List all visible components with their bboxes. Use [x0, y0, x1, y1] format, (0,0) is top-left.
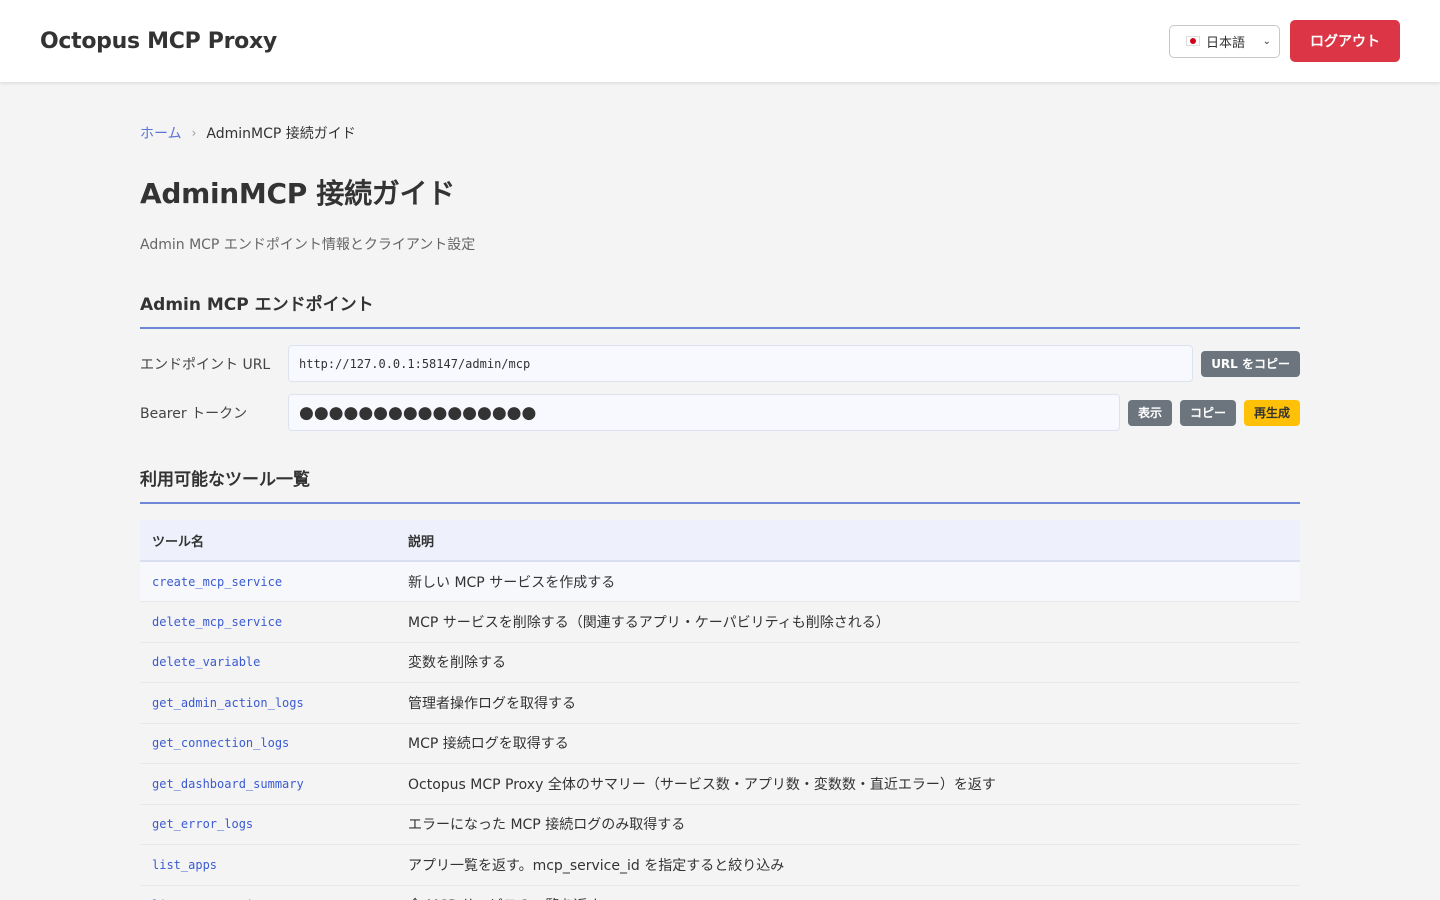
- breadcrumb: ホーム › AdminMCP 接続ガイド: [140, 122, 1300, 144]
- table-row: get_connection_logs MCP 接続ログを取得する: [140, 723, 1300, 764]
- bearer-token-row: Bearer トークン ●●●●●●●●●●●●●●●● 表示 コピー 再生成: [140, 394, 1300, 431]
- copy-token-button[interactable]: コピー: [1179, 399, 1236, 426]
- logout-button[interactable]: ログアウト: [1290, 20, 1400, 62]
- tool-description: MCP サービスを削除する（関連するアプリ・ケーパビリティも削除される）: [396, 601, 1300, 643]
- main-content: ホーム › AdminMCP 接続ガイド AdminMCP 接続ガイド Admi…: [140, 82, 1300, 900]
- endpoint-section-title: Admin MCP エンドポイント: [140, 290, 1300, 329]
- tools-table: ツール名 説明 create_mcp_service 新しい MCP サービスを…: [140, 520, 1300, 900]
- tool-description: 全 MCP サービスの一覧を返す: [396, 885, 1300, 900]
- endpoint-url-label: エンドポイント URL: [140, 356, 271, 373]
- tool-name-link[interactable]: list_apps: [152, 858, 217, 872]
- table-header-row: ツール名 説明: [140, 520, 1300, 562]
- bearer-token-field[interactable]: ●●●●●●●●●●●●●●●●: [288, 394, 1120, 431]
- table-row: list_mcp_services 全 MCP サービスの一覧を返す: [140, 885, 1300, 900]
- tool-description: 管理者操作ログを取得する: [396, 682, 1300, 724]
- tool-name-link[interactable]: get_error_logs: [152, 817, 253, 831]
- table-row: get_dashboard_summary Octopus MCP Proxy …: [140, 763, 1300, 805]
- breadcrumb-current: AdminMCP 接続ガイド: [206, 126, 356, 142]
- tool-name-link[interactable]: delete_variable: [152, 655, 260, 669]
- endpoint-url-field[interactable]: http://127.0.0.1:58147/admin/mcp: [288, 345, 1194, 382]
- chevron-down-icon: ⌄: [1262, 35, 1271, 47]
- column-header-tool-name: ツール名: [140, 520, 396, 562]
- tool-description: 変数を削除する: [396, 642, 1300, 683]
- tool-name-link[interactable]: delete_mcp_service: [152, 615, 282, 629]
- tool-description: MCP 接続ログを取得する: [396, 723, 1300, 764]
- tool-description: エラーになった MCP 接続ログのみ取得する: [396, 804, 1300, 845]
- table-row: get_admin_action_logs 管理者操作ログを取得する: [140, 682, 1300, 724]
- tool-description: 新しい MCP サービスを作成する: [396, 561, 1300, 602]
- table-row: delete_mcp_service MCP サービスを削除する（関連するアプリ…: [140, 601, 1300, 643]
- tools-section-title: 利用可能なツール一覧: [140, 465, 1300, 504]
- tool-description: アプリ一覧を返す。mcp_service_id を指定すると絞り込み: [396, 844, 1300, 886]
- endpoint-section: Admin MCP エンドポイント エンドポイント URL http://127…: [140, 290, 1300, 431]
- page-subtitle: Admin MCP エンドポイント情報とクライアント設定: [140, 237, 476, 253]
- page-title: AdminMCP 接続ガイド: [140, 177, 455, 210]
- header-actions: 日本語 ⌄ ログアウト: [1169, 20, 1400, 62]
- table-row: delete_variable 変数を削除する: [140, 642, 1300, 683]
- show-token-button[interactable]: 表示: [1127, 399, 1172, 426]
- language-label: 日本語: [1206, 35, 1246, 51]
- tool-name-link[interactable]: get_admin_action_logs: [152, 696, 304, 710]
- tool-name-link[interactable]: create_mcp_service: [152, 575, 282, 589]
- japan-flag-icon: [1186, 36, 1200, 46]
- table-row: list_apps アプリ一覧を返す。mcp_service_id を指定すると…: [140, 844, 1300, 886]
- app-title[interactable]: Octopus MCP Proxy: [40, 29, 277, 54]
- table-row: get_error_logs エラーになった MCP 接続ログのみ取得する: [140, 804, 1300, 845]
- tool-name-link[interactable]: get_dashboard_summary: [152, 777, 304, 791]
- column-header-description: 説明: [396, 520, 1300, 562]
- bearer-token-label: Bearer トークン: [140, 405, 248, 422]
- table-row: create_mcp_service 新しい MCP サービスを作成する: [140, 561, 1300, 602]
- copy-url-button[interactable]: URL をコピー: [1201, 350, 1300, 377]
- endpoint-url-row: エンドポイント URL http://127.0.0.1:58147/admin…: [140, 345, 1300, 382]
- tool-description: Octopus MCP Proxy 全体のサマリー（サービス数・アプリ数・変数数…: [396, 763, 1300, 805]
- language-select[interactable]: 日本語 ⌄: [1169, 24, 1280, 58]
- tools-section: 利用可能なツール一覧 ツール名 説明 create_mcp_service 新し…: [140, 465, 1300, 900]
- top-header: Octopus MCP Proxy 日本語 ⌄ ログアウト: [0, 0, 1440, 82]
- regenerate-token-button[interactable]: 再生成: [1243, 399, 1300, 426]
- tool-name-link[interactable]: get_connection_logs: [152, 736, 289, 750]
- breadcrumb-home-link[interactable]: ホーム: [140, 123, 182, 143]
- breadcrumb-separator: ›: [191, 126, 197, 140]
